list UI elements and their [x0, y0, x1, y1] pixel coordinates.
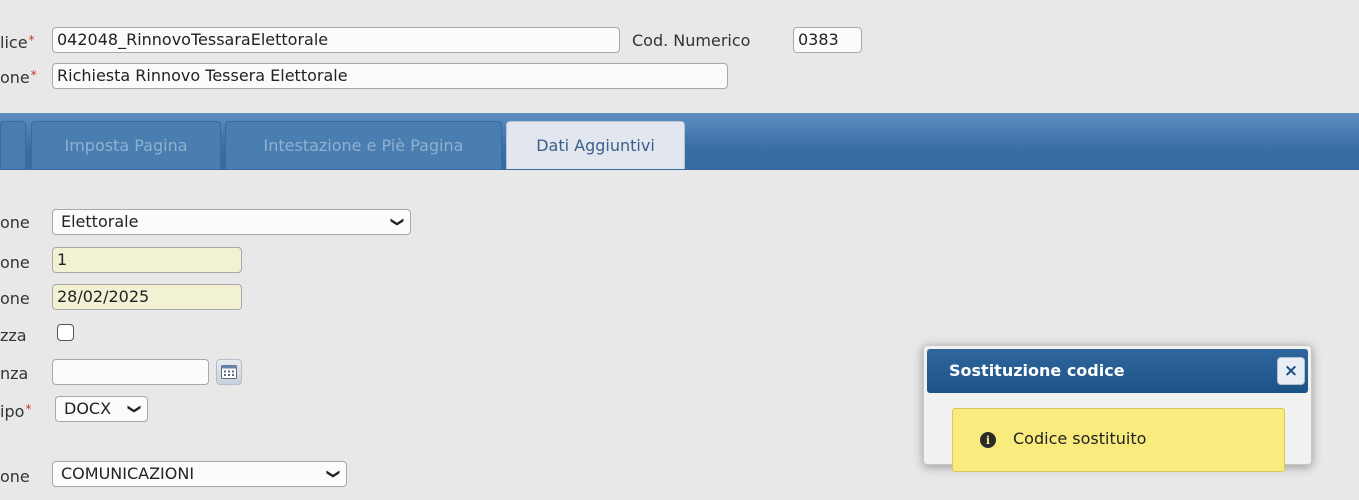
calendar-icon [221, 365, 237, 379]
dialog-message-box: i Codice sostituito [952, 408, 1285, 472]
required-marker: * [30, 68, 37, 82]
chevron-down-icon: ❯ [126, 403, 142, 415]
row1-select-value: Elettorale [61, 212, 139, 231]
chevron-down-icon: ❯ [325, 468, 341, 480]
chevron-down-icon: ❯ [389, 216, 405, 228]
row7-label: one [0, 467, 30, 486]
codice-label: lice* [0, 33, 35, 52]
row2-input[interactable]: 1 [52, 247, 242, 273]
row7-select-value: COMUNICAZIONI [61, 464, 195, 483]
dialog-header: Sostituzione codice × [927, 349, 1308, 393]
row7-select[interactable]: COMUNICAZIONI ❯ [52, 461, 347, 487]
codice-input[interactable]: 042048_RinnovoTessaraElettorale [52, 27, 620, 53]
sostituzione-dialog: Sostituzione codice × i Codice sostituit… [923, 345, 1312, 472]
row6-select-value: DOCX [64, 399, 112, 418]
descrizione-label: one* [0, 68, 37, 87]
cod-numerico-label: Cod. Numerico [632, 31, 751, 50]
tab-dati-aggiuntivi[interactable]: Dati Aggiuntivi [506, 121, 685, 169]
row5-label: nza [0, 364, 29, 383]
close-icon: × [1283, 361, 1299, 381]
row1-label: one [0, 213, 30, 232]
cod-numerico-input[interactable]: 0383 [793, 27, 862, 53]
row6-select[interactable]: DOCX ❯ [55, 396, 148, 422]
close-button[interactable]: × [1277, 357, 1305, 385]
row3-date-input[interactable]: 28/02/2025 [52, 284, 242, 310]
descrizione-input[interactable]: Richiesta Rinnovo Tessera Elettorale [52, 63, 728, 89]
row2-label: one [0, 253, 30, 272]
tab-imposta-pagina[interactable]: Imposta Pagina [31, 121, 221, 169]
row6-label: ipo* [0, 402, 32, 421]
info-icon: i [980, 432, 996, 448]
row3-label: one [0, 289, 30, 308]
calendar-button[interactable] [216, 359, 242, 385]
required-marker: * [25, 402, 32, 416]
required-marker: * [28, 33, 35, 47]
row5-date-input[interactable] [52, 359, 209, 385]
row4-label: zza [0, 326, 27, 345]
row4-checkbox[interactable] [57, 324, 74, 341]
dialog-message: Codice sostituito [1013, 429, 1147, 448]
row1-select[interactable]: Elettorale ❯ [52, 209, 411, 235]
tab-intestazione[interactable]: Intestazione e Piè Pagina [225, 121, 502, 169]
dialog-title: Sostituzione codice [949, 361, 1125, 380]
tab-partial[interactable] [0, 121, 26, 169]
